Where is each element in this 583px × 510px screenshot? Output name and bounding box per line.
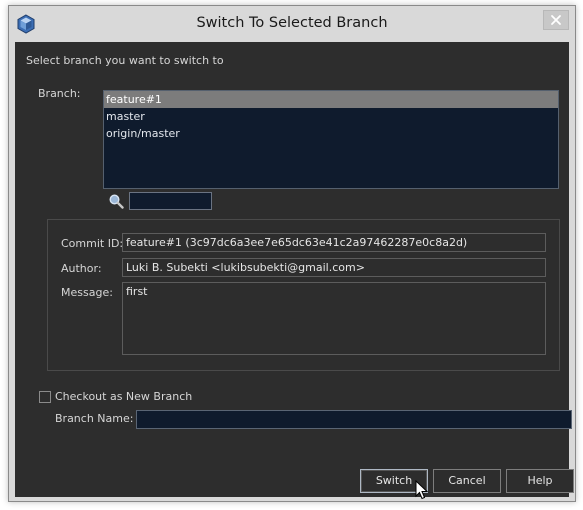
message-field[interactable]: first [122, 282, 546, 355]
author-field[interactable]: Luki B. Subekti <lukibsubekti@gmail.com> [122, 258, 546, 277]
checkout-new-branch-label[interactable]: Checkout as New Branch [55, 390, 192, 403]
author-label: Author: [61, 262, 102, 275]
dialog-content: Select branch you want to switch to Bran… [15, 42, 574, 500]
instructions-text: Select branch you want to switch to [26, 54, 224, 67]
branch-label: Branch: [38, 87, 81, 100]
help-button[interactable]: Help [506, 469, 574, 493]
dialog-window: Switch To Selected Branch Select branch … [8, 5, 576, 502]
cancel-button[interactable]: Cancel [433, 469, 501, 493]
commit-id-label: Commit ID: [61, 237, 124, 250]
message-label: Message: [61, 286, 113, 299]
commit-id-field[interactable]: feature#1 (3c97dc6a3ee7e65dc63e41c2a9746… [122, 233, 546, 252]
branch-item-master[interactable]: master [104, 108, 558, 125]
branch-name-input[interactable] [136, 410, 572, 429]
branch-search-input[interactable] [129, 192, 212, 210]
dialog-title: Switch To Selected Branch [196, 15, 388, 31]
branch-item-origin-master[interactable]: origin/master [104, 125, 558, 142]
commit-details-panel: Commit ID: feature#1 (3c97dc6a3ee7e65dc6… [47, 219, 560, 371]
search-icon [109, 194, 124, 209]
title-bar: Switch To Selected Branch [9, 6, 575, 42]
branch-list[interactable]: feature#1 master origin/master [103, 90, 559, 189]
close-button[interactable] [543, 10, 569, 30]
branch-item-feature1[interactable]: feature#1 [104, 91, 558, 108]
checkout-new-branch-checkbox[interactable] [39, 391, 51, 403]
close-icon [551, 15, 561, 25]
branch-name-label: Branch Name: [55, 412, 134, 425]
mouse-pointer-icon [415, 480, 429, 500]
